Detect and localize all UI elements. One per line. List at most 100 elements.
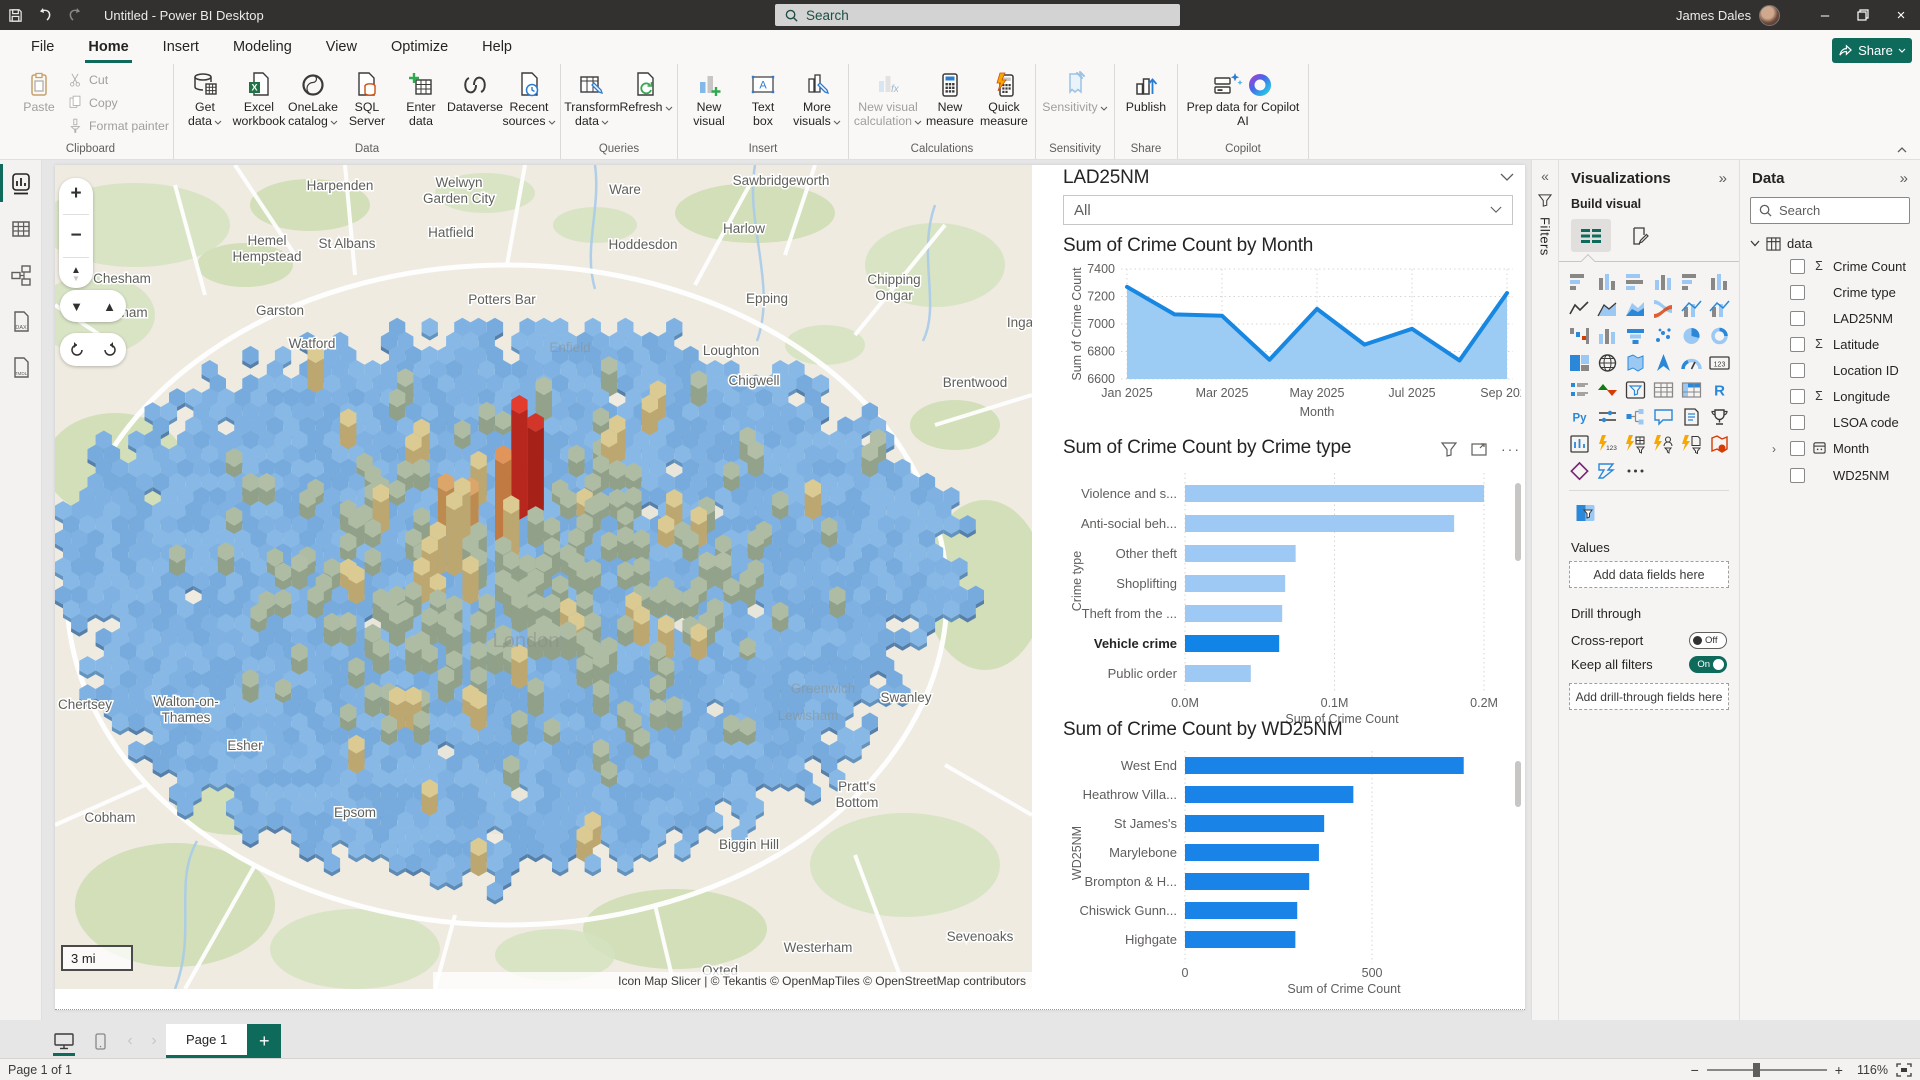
- data-search-input[interactable]: Search: [1750, 197, 1910, 224]
- smart-narrative-icon[interactable]: [1677, 403, 1705, 430]
- area-chart-icon[interactable]: [1593, 295, 1621, 322]
- format-visual-tab[interactable]: [1621, 219, 1661, 252]
- filter-icon[interactable]: [1441, 442, 1457, 457]
- 100-stacked-bar-chart-icon[interactable]: [1677, 268, 1705, 295]
- field-longitude[interactable]: ΣLongitude: [1740, 383, 1920, 409]
- menu-insert[interactable]: Insert: [146, 30, 216, 64]
- parameters-icon[interactable]: [1593, 403, 1621, 430]
- build-visual-tab[interactable]: [1571, 219, 1611, 252]
- dynamic-page-filter-icon[interactable]: [1677, 430, 1705, 457]
- menu-optimize[interactable]: Optimize: [374, 30, 465, 64]
- gauge-icon[interactable]: [1677, 349, 1705, 376]
- undo-icon[interactable]: [30, 0, 60, 30]
- waterfall-chart-icon[interactable]: [1565, 322, 1593, 349]
- q-and-a-icon[interactable]: [1649, 403, 1677, 430]
- table-view-button[interactable]: [0, 206, 42, 252]
- map-zoom-control[interactable]: + − ▲▼: [59, 178, 93, 288]
- slicer-collapse-icon[interactable]: [1500, 173, 1514, 182]
- more-visuals-options-icon[interactable]: [1621, 457, 1649, 484]
- ward-bar-chart[interactable]: 0500West EndHeathrow Villa...St James'sM…: [1063, 749, 1521, 995]
- desktop-layout-button[interactable]: [46, 1024, 82, 1058]
- zoom-out-icon[interactable]: −: [70, 225, 81, 247]
- dax-query-view-button[interactable]: DAX: [0, 298, 42, 344]
- field-lsoa-code[interactable]: LSOA code: [1740, 409, 1920, 435]
- azure-map-icon[interactable]: [1649, 349, 1677, 376]
- field-checkbox[interactable]: [1790, 363, 1805, 378]
- filters-pane-collapsed[interactable]: « Filters: [1531, 160, 1559, 1060]
- menu-file[interactable]: File: [14, 30, 71, 64]
- field-checkbox[interactable]: [1790, 285, 1805, 300]
- power-apps-icon[interactable]: [1565, 457, 1593, 484]
- more-visuals-button[interactable]: Morevisuals: [790, 64, 844, 128]
- hex-map-visual[interactable]: HarpendenWelwynGarden CityWareSawbridgew…: [55, 165, 1032, 989]
- line-chart[interactable]: 66006800700072007400Jan 2025Mar 2025May …: [1063, 259, 1521, 421]
- matrix-icon[interactable]: [1677, 376, 1705, 403]
- decomposition-tree-icon[interactable]: [1621, 403, 1649, 430]
- histogram-chart-icon[interactable]: [1593, 322, 1621, 349]
- scatter-chart-icon[interactable]: [1649, 322, 1677, 349]
- treemap-icon[interactable]: [1565, 349, 1593, 376]
- dynamic-123-icon[interactable]: 123: [1593, 430, 1621, 457]
- redo-icon[interactable]: [60, 0, 90, 30]
- field-latitude[interactable]: ΣLatitude: [1740, 331, 1920, 357]
- kpi-icon[interactable]: [1593, 376, 1621, 403]
- menu-view[interactable]: View: [309, 30, 374, 64]
- donut-chart-icon[interactable]: [1705, 322, 1733, 349]
- paginated-report-icon[interactable]: [1565, 430, 1593, 457]
- fit-to-page-icon[interactable]: [1896, 1063, 1912, 1077]
- funnel-chart-icon[interactable]: [1621, 322, 1649, 349]
- drill-through-field-well[interactable]: Add drill-through fields here: [1569, 683, 1729, 710]
- filled-map-icon[interactable]: [1621, 349, 1649, 376]
- line-chart-icon[interactable]: [1565, 295, 1593, 322]
- ward-chart-scrollbar[interactable]: [1515, 761, 1521, 807]
- icon-map-slicer-icon[interactable]: [1571, 499, 1599, 526]
- expand-icon[interactable]: ›: [1772, 442, 1776, 456]
- focus-mode-icon[interactable]: [1471, 442, 1487, 457]
- recent-sources-button[interactable]: Recentsources: [502, 64, 556, 128]
- get-data-button[interactable]: Getdata: [178, 64, 232, 128]
- copy-button[interactable]: Copy: [66, 93, 169, 113]
- field-checkbox[interactable]: [1790, 441, 1805, 456]
- field-lad25nm[interactable]: LAD25NM: [1740, 305, 1920, 331]
- cross-report-toggle[interactable]: Off: [1689, 632, 1727, 649]
- collapse-data-pane-icon[interactable]: »: [1900, 170, 1908, 187]
- line-and-stacked-column-chart-icon[interactable]: [1677, 295, 1705, 322]
- prev-page-icon[interactable]: ‹: [118, 1024, 142, 1058]
- menu-modeling[interactable]: Modeling: [216, 30, 309, 64]
- power-automate-icon[interactable]: [1593, 457, 1621, 484]
- collapse-ribbon-icon[interactable]: [1896, 146, 1908, 154]
- slicer-dropdown[interactable]: All: [1063, 195, 1513, 225]
- data-table-row[interactable]: data: [1740, 224, 1920, 253]
- field-checkbox[interactable]: [1790, 389, 1805, 404]
- field-month[interactable]: ›Month: [1740, 435, 1920, 462]
- save-icon[interactable]: [0, 0, 30, 30]
- more-options-icon[interactable]: ···: [1501, 441, 1521, 457]
- restore-button[interactable]: [1844, 0, 1882, 30]
- field-location-id[interactable]: Location ID: [1740, 357, 1920, 383]
- r-script-visual-icon[interactable]: R: [1705, 376, 1733, 403]
- map-tilt-control[interactable]: ▼ ▲: [60, 290, 126, 322]
- highlight-map-icon[interactable]: [1705, 430, 1733, 457]
- avatar[interactable]: [1759, 5, 1780, 26]
- slicer-icon[interactable]: [1621, 376, 1649, 403]
- stacked-column-chart-icon[interactable]: [1593, 268, 1621, 295]
- clustered-column-chart-icon[interactable]: [1649, 268, 1677, 295]
- zoom-in-icon[interactable]: +: [70, 183, 81, 205]
- goals-icon[interactable]: [1705, 403, 1733, 430]
- new-measure-button[interactable]: Newmeasure: [923, 64, 977, 128]
- field-checkbox[interactable]: [1790, 468, 1805, 483]
- new-visual-calculation-button[interactable]: fxNew visualcalculation: [853, 64, 923, 128]
- excel-workbook-button[interactable]: XExcelworkbook: [232, 64, 286, 128]
- model-view-button[interactable]: [0, 252, 42, 298]
- pitch-icon[interactable]: ▲▼: [71, 267, 81, 283]
- next-page-icon[interactable]: ›: [142, 1024, 166, 1058]
- enter-data-button[interactable]: Enterdata: [394, 64, 448, 128]
- collapse-pane-icon[interactable]: »: [1719, 170, 1727, 187]
- dataverse-button[interactable]: Dataverse: [448, 64, 502, 115]
- 100-stacked-column-chart-icon[interactable]: [1705, 268, 1733, 295]
- mobile-layout-button[interactable]: [82, 1024, 118, 1058]
- zoom-in-icon[interactable]: +: [1835, 1062, 1843, 1078]
- python-visual-icon[interactable]: Py: [1565, 403, 1593, 430]
- stacked-bar-chart-icon[interactable]: [1565, 268, 1593, 295]
- field-wd25nm[interactable]: WD25NM: [1740, 462, 1920, 488]
